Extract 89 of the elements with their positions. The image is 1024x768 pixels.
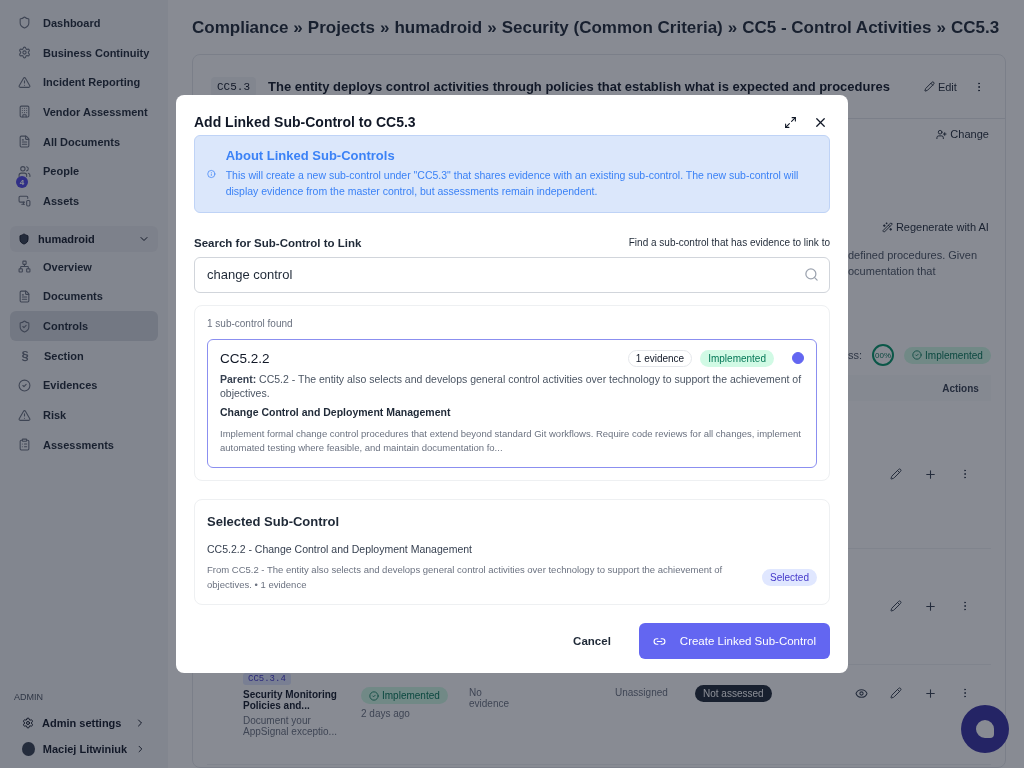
parent-text: Parent: CC5.2 - The entity also selects and develops general control activities over technology to support the achievement of objectives. bbox=[220, 371, 803, 401]
pencil-icon bbox=[923, 81, 935, 92]
radio-button[interactable] bbox=[792, 352, 804, 364]
gear-icon bbox=[22, 717, 34, 729]
sidebar-item[interactable]: Assessments bbox=[10, 429, 158, 460]
count-badge: 4 bbox=[16, 176, 28, 189]
change-button[interactable]: Change bbox=[934, 126, 991, 142]
regenerate-button[interactable]: Regenerate with AI bbox=[879, 219, 991, 235]
dialog-title: Add Linked Sub-Control to CC5.3 bbox=[194, 114, 417, 130]
create-button[interactable]: Create Linked Sub-Control bbox=[638, 623, 830, 659]
edit-icon[interactable] bbox=[889, 600, 902, 612]
status-badge: Implemented bbox=[700, 349, 774, 367]
add-icon[interactable] bbox=[923, 687, 937, 700]
search-field[interactable]: change control bbox=[194, 256, 830, 293]
avatar bbox=[22, 742, 35, 756]
check-circle-icon bbox=[18, 378, 31, 392]
evidence-badge: 1 evidence bbox=[627, 349, 693, 367]
results-count: 1 sub-control found bbox=[207, 317, 294, 329]
edit-icon[interactable] bbox=[889, 687, 902, 699]
people-icon bbox=[18, 164, 31, 178]
sidebar-item[interactable]: Risk bbox=[10, 400, 158, 430]
description-text: defined procedures. Given bbox=[848, 249, 979, 261]
shield-icon bbox=[18, 16, 31, 30]
sidebar-item[interactable]: Business Continuity bbox=[10, 37, 158, 68]
gear-icon bbox=[18, 46, 31, 60]
selected-description: From CC5.2 - The entity also selects and develops general control activities over technology to support the achievement of objectives. • 1 evidence bbox=[207, 563, 724, 592]
selected-badge: Selected bbox=[762, 569, 817, 587]
info-text: This will create a new sub-control under "CC5.3" that shares evidence with an existing sub-control. The new sub-control will display evidence from the master control, but assessments remain independent. bbox=[225, 168, 800, 199]
status-badge: Implemented bbox=[361, 687, 448, 704]
sidebar-item[interactable]: § Section bbox=[10, 340, 158, 371]
sidebar-item[interactable]: Evidences bbox=[10, 370, 158, 401]
document-icon bbox=[18, 135, 31, 149]
progress-label: ss: bbox=[848, 349, 863, 361]
status-badge: Implemented bbox=[904, 346, 991, 364]
clipboard-icon bbox=[18, 438, 31, 452]
workspace-selector[interactable]: humadroid bbox=[10, 225, 158, 252]
control-code: CC5.3.4 bbox=[243, 673, 291, 685]
selected-title: CC5.2.2 - Change Control and Deployment Management bbox=[207, 543, 473, 556]
search-icon bbox=[804, 267, 819, 282]
sidebar-item[interactable]: Documents bbox=[10, 281, 158, 312]
chat-icon bbox=[976, 720, 994, 738]
updated-text: 2 days ago bbox=[361, 708, 411, 719]
assignee-text: Unassigned bbox=[615, 687, 669, 698]
control-title: The entity deploys control activities through policies that establish what is expected and procedures bbox=[268, 79, 891, 94]
control-name: Security Monitoring Policies and... bbox=[243, 689, 338, 711]
result-description: Implement formal change control procedures that extend beyond standard Git workflows. Require code reviews for all changes, implement automated testing where feasible, and maintain documentation fo... bbox=[220, 426, 802, 456]
breadcrumb: Compliance » Projects » humadroid » Security (Common Criteria) » CC5 - Control Activities » CC5.3 bbox=[192, 18, 1001, 39]
sidebar-item[interactable]: Dashboard bbox=[10, 8, 158, 38]
sidebar-item[interactable]: All Documents bbox=[10, 126, 158, 157]
panel-heading: Selected Sub-Control bbox=[207, 514, 341, 530]
section-heading: ADMIN bbox=[13, 692, 44, 702]
control-code: CC5.3 bbox=[211, 76, 256, 97]
result-card[interactable] bbox=[207, 338, 817, 469]
warning-icon bbox=[18, 75, 31, 89]
warning-icon bbox=[18, 408, 31, 422]
section-icon: § bbox=[18, 348, 32, 364]
user-menu[interactable]: Maciej Litwiniuk bbox=[10, 736, 158, 762]
shield-check-icon bbox=[18, 319, 31, 333]
sidebar-item[interactable]: Incident Reporting bbox=[10, 67, 158, 98]
expand-icon bbox=[784, 115, 797, 129]
network-icon bbox=[18, 260, 31, 274]
control-note: Document your AppSignal exceptio... bbox=[243, 715, 338, 737]
building-icon bbox=[18, 105, 31, 119]
sidebar-item[interactable]: Controls bbox=[10, 311, 158, 341]
sidebar-item[interactable]: People 4 bbox=[10, 156, 158, 187]
admin-settings-link[interactable]: Admin settings bbox=[10, 710, 158, 736]
add-icon[interactable] bbox=[923, 468, 937, 481]
user-plus-icon bbox=[936, 128, 948, 140]
shield-icon bbox=[18, 232, 30, 245]
field-hint: Find a sub-control that has evidence to link to bbox=[628, 237, 830, 248]
edit-icon[interactable] bbox=[889, 468, 902, 480]
result-code: CC5.2.2 bbox=[220, 350, 271, 366]
progress-ring: 00% bbox=[872, 344, 895, 366]
result-name: Change Control and Deployment Management bbox=[220, 405, 452, 418]
sidebar-item[interactable]: Overview bbox=[10, 251, 158, 282]
sidebar-item[interactable]: Assets bbox=[10, 186, 158, 216]
view-icon[interactable] bbox=[854, 687, 868, 700]
cancel-button[interactable]: Cancel bbox=[567, 634, 617, 648]
document-icon bbox=[18, 289, 31, 303]
evidence-text: No evidence bbox=[469, 687, 511, 709]
devices-icon bbox=[18, 194, 31, 208]
add-icon[interactable] bbox=[923, 600, 937, 613]
sidebar-item[interactable]: Vendor Assessment bbox=[10, 97, 158, 127]
description-text: ocumentation that bbox=[848, 265, 937, 277]
magic-wand-icon bbox=[881, 221, 893, 233]
edit-button[interactable]: Edit bbox=[921, 78, 959, 95]
info-title: About Linked Sub-Controls bbox=[225, 148, 396, 163]
assessment-badge: Not assessed bbox=[695, 685, 772, 702]
field-label: Search for Sub-Control to Link bbox=[194, 236, 362, 249]
